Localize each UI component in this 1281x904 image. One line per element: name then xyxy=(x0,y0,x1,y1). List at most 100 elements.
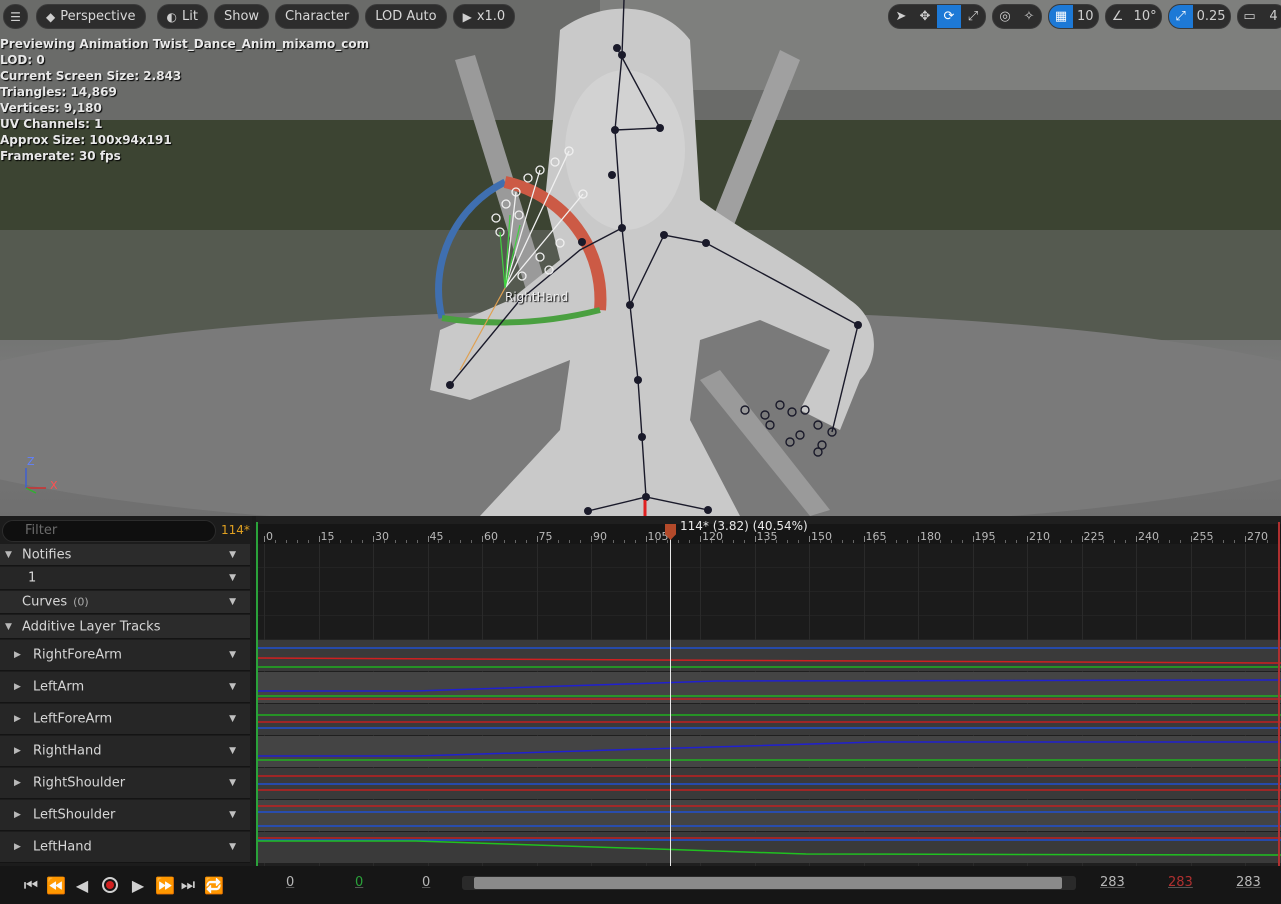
play-start-marker[interactable] xyxy=(256,522,258,866)
scale-snap-value[interactable]: 0.25 xyxy=(1193,5,1230,28)
ruler-minor-tick xyxy=(961,540,963,543)
grid-snap-group[interactable]: ▦ 10 xyxy=(1048,4,1099,29)
viewport-stats: Previewing Animation Twist_Dance_Anim_mi… xyxy=(0,36,369,164)
filter-input[interactable]: Filter xyxy=(2,520,216,542)
stats-line: LOD: 0 xyxy=(0,53,45,67)
skip-to-end-button[interactable]: ⏭ xyxy=(177,874,199,896)
ruler-tick-label: 195 xyxy=(974,530,996,543)
notify-lane[interactable] xyxy=(256,568,1281,592)
grid-snap-toggle[interactable]: ▦ xyxy=(1049,5,1073,28)
current-frame-field[interactable]: 114* xyxy=(221,523,250,537)
notify-lane[interactable] xyxy=(256,616,1281,640)
notify-track[interactable]: 1 ▼ xyxy=(0,567,250,590)
ruler-minor-tick xyxy=(503,540,505,543)
chevron-down-icon[interactable]: ▼ xyxy=(229,550,236,560)
play-speed-button[interactable]: ▶ x1.0 xyxy=(452,4,516,29)
track-row-leftforearm[interactable]: ▶ LeftForeArm ▼ xyxy=(0,704,250,735)
play-forward-button[interactable]: ▶ xyxy=(127,874,149,896)
ruler-tick-label: 15 xyxy=(320,530,335,543)
lit-button[interactable]: ◐ Lit xyxy=(156,4,208,29)
camera-speed-group[interactable]: ▭ 4 xyxy=(1236,4,1281,29)
expand-icon[interactable]: ▶ xyxy=(14,810,21,820)
expand-icon[interactable]: ▶ xyxy=(14,746,21,756)
collapse-icon[interactable]: ▼ xyxy=(5,550,12,560)
playhead-line[interactable] xyxy=(670,524,671,866)
chevron-down-icon[interactable]: ▼ xyxy=(229,650,236,660)
camera-speed-button[interactable]: ▭ xyxy=(1238,5,1262,28)
track-row-leftarm[interactable]: ▶ LeftArm ▼ xyxy=(0,672,250,703)
camera-speed-value[interactable]: 4 xyxy=(1262,5,1281,28)
chevron-down-icon[interactable]: ▼ xyxy=(229,810,236,820)
expand-icon[interactable]: ▶ xyxy=(14,714,21,724)
ruler-minor-tick xyxy=(1168,540,1170,543)
step-back-button[interactable]: ⏪ xyxy=(45,874,67,896)
chevron-down-icon[interactable]: ▼ xyxy=(229,714,236,724)
character-button[interactable]: Character xyxy=(275,4,360,29)
record-button[interactable] xyxy=(99,874,121,896)
collapse-icon[interactable]: ▼ xyxy=(5,622,12,632)
step-forward-button[interactable]: ⏩ xyxy=(154,874,176,896)
notify-lane[interactable] xyxy=(256,544,1281,568)
chevron-down-icon[interactable]: ▼ xyxy=(229,842,236,852)
additive-tracks-header[interactable]: ▼ Additive Layer Tracks xyxy=(0,615,250,639)
curves-header[interactable]: Curves (0) ▼ xyxy=(0,591,250,614)
ruler-tick-label: 75 xyxy=(538,530,553,543)
perspective-button[interactable]: ◆ Perspective xyxy=(36,4,146,29)
ruler-minor-tick xyxy=(296,540,298,543)
loop-button[interactable]: 🔁 xyxy=(203,874,225,896)
scale-snap-group[interactable]: ⤢ 0.25 xyxy=(1167,4,1231,29)
chevron-down-icon[interactable]: ▼ xyxy=(229,573,236,583)
ruler-tick xyxy=(918,536,919,542)
track-row-rightforearm[interactable]: ▶ RightForeArm ▼ xyxy=(0,640,250,671)
track-row-rightshoulder[interactable]: ▶ RightShoulder ▼ xyxy=(0,768,250,799)
view-start-field[interactable]: 0 xyxy=(286,875,294,890)
ruler-minor-tick xyxy=(743,540,745,543)
rotate-tool-button[interactable]: ⟳ xyxy=(937,5,961,28)
play-start-field[interactable]: 0 xyxy=(355,875,363,890)
play-reverse-button[interactable]: ◀ xyxy=(71,874,93,896)
notifies-header[interactable]: ▼ Notifies ▼ xyxy=(0,544,250,566)
translate-tool-button[interactable]: ✥ xyxy=(913,5,937,28)
select-tool-button[interactable]: ➤ xyxy=(889,5,913,28)
show-button[interactable]: Show xyxy=(213,4,270,29)
world-space-button[interactable]: ◎ xyxy=(993,5,1017,28)
track-row-leftshoulder[interactable]: ▶ LeftShoulder ▼ xyxy=(0,800,250,831)
surface-snap-button[interactable]: ✧ xyxy=(1017,5,1041,28)
view-end-field[interactable]: 283 xyxy=(1100,875,1125,890)
timeline-scrollbar[interactable] xyxy=(462,876,1076,890)
track-row-righthand[interactable]: ▶ RightHand ▼ xyxy=(0,736,250,767)
ruler-tick xyxy=(318,536,320,542)
chevron-down-icon[interactable]: ▼ xyxy=(229,682,236,692)
expand-icon[interactable]: ▶ xyxy=(14,650,21,660)
notify-lane[interactable] xyxy=(256,592,1281,616)
chevron-down-icon[interactable]: ▼ xyxy=(229,778,236,788)
chevron-down-icon[interactable]: ▼ xyxy=(229,597,236,607)
lod-button[interactable]: LOD Auto xyxy=(365,4,447,29)
scale-snap-toggle[interactable]: ⤢ xyxy=(1168,5,1193,28)
animation-viewport[interactable]: RightHand Z X ☰ ◆ Perspective ◐ Lit Show… xyxy=(0,0,1281,516)
chevron-down-icon[interactable]: ▼ xyxy=(229,746,236,756)
axis-x-label: X xyxy=(50,479,58,492)
skip-to-start-button[interactable]: ⏮ xyxy=(20,874,42,896)
expand-icon[interactable]: ▶ xyxy=(14,842,21,852)
rotation-snap-value[interactable]: 10° xyxy=(1130,5,1161,28)
grid-snap-value[interactable]: 10 xyxy=(1073,5,1098,28)
scrollbar-thumb[interactable] xyxy=(474,877,1062,889)
selection-start-field[interactable]: 0 xyxy=(422,875,430,890)
show-label: Show xyxy=(223,9,260,24)
rotation-snap-toggle[interactable]: ∠ xyxy=(1106,5,1130,28)
track-row-lefthand[interactable]: ▶ LeftHand ▼ xyxy=(0,832,250,863)
timeline-area[interactable]: 0 15 30 45 60 75 90 105 120 135 150 165 180 195 210 225… xyxy=(256,516,1281,866)
expand-icon[interactable]: ▶ xyxy=(14,682,21,692)
ruler-tick xyxy=(972,536,974,542)
rotation-snap-group[interactable]: ∠ 10° xyxy=(1104,4,1162,29)
play-end-field[interactable]: 283 xyxy=(1168,875,1193,890)
play-end-marker[interactable] xyxy=(1278,522,1280,866)
ruler-tick xyxy=(1245,536,1246,542)
scale-tool-button[interactable]: ⤢ xyxy=(961,5,985,28)
selection-end-field[interactable]: 283 xyxy=(1236,875,1261,890)
viewport-menu-button[interactable]: ☰ xyxy=(3,4,28,29)
ruler-tick xyxy=(482,536,483,542)
expand-icon[interactable]: ▶ xyxy=(14,778,21,788)
cube-icon: ◆ xyxy=(46,9,56,24)
